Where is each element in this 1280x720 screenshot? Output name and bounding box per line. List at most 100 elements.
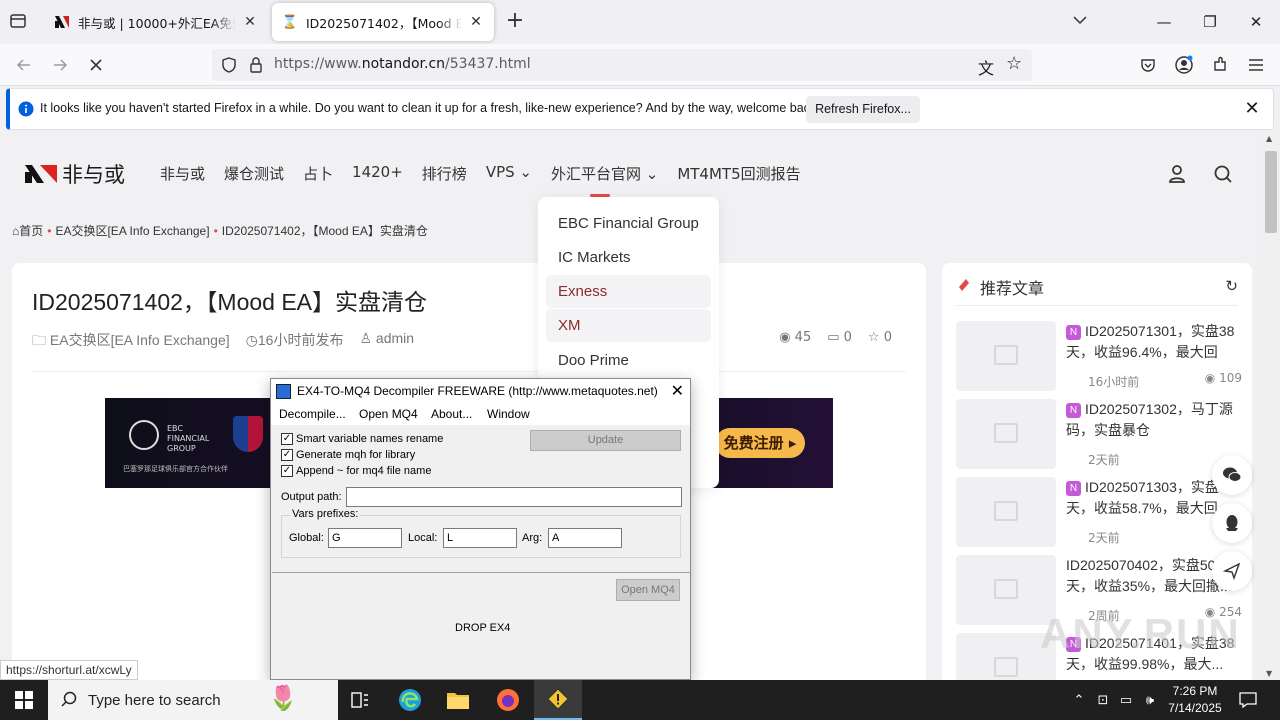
restore-icon[interactable]: ❐ — [1198, 10, 1222, 34]
menu-open-mq4[interactable]: Open MQ4 — [359, 407, 418, 421]
append-tilde-checkbox[interactable]: ✓ Append ~ for mq4 file name — [281, 465, 431, 477]
logo-mark-icon — [24, 163, 58, 185]
stop-loading-icon[interactable] — [84, 53, 108, 77]
send-icon[interactable] — [1212, 551, 1252, 591]
dialog-options: ✓ Smart variable names rename ✓ Generate m… — [272, 425, 690, 573]
account-icon[interactable] — [1172, 53, 1196, 77]
page-scrollbar[interactable]: ▲ ▼ — [1262, 131, 1280, 680]
tab-current-article[interactable]: ⌛ ID2025071402，【Mood EA】实盘清仓 ✕ — [272, 3, 494, 41]
volume-icon[interactable]: 🕪 — [1140, 680, 1160, 720]
close-icon[interactable]: ✕ — [671, 381, 684, 401]
new-tab-button[interactable]: + — [504, 10, 526, 33]
tab-list-icon[interactable] — [8, 11, 32, 33]
dropdown-item[interactable]: XM — [546, 309, 711, 342]
decompiler-app-icon[interactable] — [534, 680, 582, 720]
close-icon[interactable]: ✕ — [1241, 98, 1263, 120]
chevron-down-icon[interactable] — [1072, 12, 1092, 32]
fire-icon — [956, 277, 972, 297]
pocket-icon[interactable] — [1136, 53, 1160, 77]
search-icon[interactable] — [1212, 163, 1234, 185]
list-item[interactable]: N ID2025071303，实盘41天，收益58.7%，最大回... 2天前 — [956, 477, 1246, 547]
dropdown-item[interactable]: Doo Prime — [546, 344, 711, 377]
new-badge: N — [1066, 481, 1081, 496]
bookmark-star-icon[interactable]: ☆ — [1006, 53, 1022, 74]
chevron-up-icon[interactable]: ⌃ — [1070, 680, 1088, 720]
url-bar[interactable]: https://www.notandor.cn/53437.html 文 ☆ — [212, 49, 1032, 81]
list-item[interactable]: NID2025071301，实盘38天，收益96.4%，最大回撤... 16小时… — [956, 321, 1246, 391]
translate-icon[interactable]: 文 — [978, 55, 994, 79]
site-logo[interactable]: 非与或 — [24, 159, 125, 189]
lock-icon[interactable] — [248, 56, 264, 78]
smart-rename-checkbox[interactable]: ✓ Smart variable names rename — [281, 433, 443, 445]
windows-taskbar: Type here to search 🌷 ⌃ ⊡ ▭ 🕪 7:26 PM 7/… — [0, 680, 1280, 720]
menu-decompile[interactable]: Decompile... — [279, 407, 346, 421]
open-mq4-button[interactable]: Open MQ4 — [616, 579, 680, 601]
file-explorer-icon[interactable] — [434, 680, 482, 720]
global-prefix-input[interactable]: G — [328, 528, 402, 548]
menu-about[interactable]: About... — [431, 407, 472, 421]
list-item-time: 2天前 — [1088, 453, 1120, 467]
refresh-icon[interactable]: ↻ — [1225, 277, 1238, 295]
qq-icon[interactable] — [1212, 503, 1252, 543]
url-text[interactable]: https://www.notandor.cn/53437.html — [274, 56, 531, 72]
windows-start-icon[interactable] — [0, 680, 48, 720]
update-button[interactable]: Update — [530, 430, 681, 451]
nav-item-vps[interactable]: VPS ⌄ — [486, 163, 532, 184]
scroll-down-icon[interactable]: ▼ — [1266, 669, 1272, 678]
local-prefix-input[interactable]: L — [443, 528, 517, 548]
user-icon[interactable] — [1166, 163, 1188, 185]
info-icon — [18, 101, 34, 121]
nav-item-forex-platforms[interactable]: 外汇平台官网 ⌄ — [551, 163, 658, 184]
hamburger-menu-icon[interactable] — [1244, 53, 1268, 77]
dropdown-item[interactable]: EBC Financial Group — [546, 207, 711, 240]
breadcrumb: ⌂首页 • EA交换区[EA Info Exchange] • ID2025071402… — [12, 224, 428, 238]
nav-item[interactable]: 非与或 — [160, 163, 205, 184]
dialog-titlebar[interactable]: EX4-TO-MQ4 Decompiler FREEWARE (http://w… — [271, 379, 690, 403]
refresh-firefox-button[interactable]: Refresh Firefox... — [806, 96, 920, 123]
close-tab-icon[interactable]: ✕ — [468, 14, 484, 30]
wechat-icon[interactable] — [1212, 455, 1252, 495]
shield-icon[interactable] — [220, 56, 238, 78]
article-author[interactable]: ♙ admin — [359, 330, 414, 354]
likes-count[interactable]: ☆ 0 — [868, 330, 892, 345]
scrollbar-thumb[interactable] — [1265, 151, 1277, 233]
comments-count[interactable]: ▭ 0 — [827, 330, 852, 345]
breadcrumb-home[interactable]: 首页 — [19, 224, 43, 238]
firefox-icon[interactable] — [484, 680, 532, 720]
network-icon[interactable]: ▭ — [1116, 680, 1136, 720]
nav-item[interactable]: 占卜 — [303, 163, 333, 184]
article-category[interactable]: 🗀 EA交换区[EA Info Exchange] — [32, 330, 230, 354]
network-activity-icon[interactable]: ⊡ — [1094, 680, 1112, 720]
menu-window[interactable]: Window — [487, 407, 530, 421]
back-arrow-icon[interactable] — [12, 53, 36, 77]
list-item-time: 2天前 — [1088, 531, 1120, 545]
nav-item[interactable]: 1420+ — [352, 163, 403, 184]
edge-icon[interactable] — [386, 680, 434, 720]
new-badge: N — [1066, 325, 1081, 340]
dialog-menubar: Decompile... Open MQ4 About... Window — [271, 403, 690, 425]
taskbar-search-box[interactable]: Type here to search 🌷 — [48, 680, 338, 720]
minimize-icon[interactable]: — — [1152, 10, 1176, 34]
tab-notandor-home[interactable]: 非与或 | 10000+外汇EA免费下载 ✕ — [44, 3, 268, 41]
nav-item[interactable]: 排行榜 — [422, 163, 467, 184]
dropdown-item[interactable]: IC Markets — [546, 241, 711, 274]
dropdown-item[interactable]: Exness — [546, 275, 711, 308]
list-item[interactable]: N ID2025071302，马丁源码，实盘暴仓 2天前 — [956, 399, 1246, 469]
extensions-icon[interactable] — [1208, 53, 1232, 77]
generate-mqh-checkbox[interactable]: ✓ Generate mqh for library — [281, 449, 415, 461]
drop-zone[interactable]: Open MQ4 DROP EX4 — [272, 574, 690, 679]
close-tab-icon[interactable]: ✕ — [242, 14, 258, 30]
forward-arrow-icon[interactable] — [48, 53, 72, 77]
task-view-icon[interactable] — [336, 680, 384, 720]
breadcrumb-section[interactable]: EA交换区[EA Info Exchange] — [55, 224, 209, 238]
arg-prefix-input[interactable]: A — [548, 528, 622, 548]
nav-item[interactable]: 爆仓测试 — [224, 163, 284, 184]
notifications-icon[interactable] — [1236, 680, 1260, 720]
register-cta[interactable]: 免费注册 ▸ — [715, 428, 805, 458]
barcelona-crest-icon — [233, 416, 263, 452]
nav-item[interactable]: MT4MT5回测报告 — [677, 163, 800, 184]
output-path-input[interactable] — [346, 487, 682, 507]
close-window-icon[interactable]: ✕ — [1244, 10, 1268, 34]
taskbar-clock[interactable]: 7:26 PM 7/14/2025 — [1163, 683, 1227, 717]
scroll-up-icon[interactable]: ▲ — [1266, 134, 1272, 143]
